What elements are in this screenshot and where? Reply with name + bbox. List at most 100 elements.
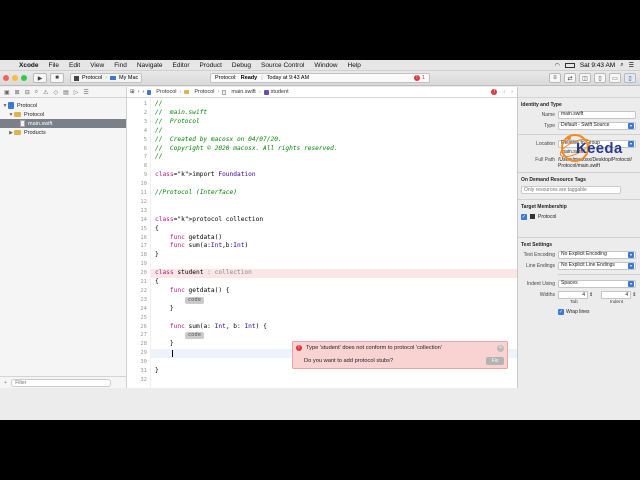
back-icon[interactable]: ‹ <box>138 89 140 95</box>
tab-width-field[interactable]: 4 <box>558 290 588 299</box>
code-line[interactable]: // <box>151 127 517 136</box>
odr-tags-field[interactable] <box>521 186 621 194</box>
code-line[interactable] <box>151 260 517 269</box>
code-line[interactable] <box>151 314 517 323</box>
menu-file[interactable]: File <box>44 62 64 69</box>
code-line[interactable] <box>151 198 517 207</box>
battery-icon[interactable] <box>564 62 575 68</box>
menu-app[interactable]: Xcode <box>14 62 44 69</box>
clock[interactable]: Sat 9:43 AM <box>580 62 615 69</box>
target-name: Protocol <box>538 213 557 220</box>
assistant-editor-button[interactable]: ◫ <box>579 73 591 83</box>
menu-product[interactable]: Product <box>194 62 226 69</box>
filter-input[interactable] <box>11 378 112 387</box>
menu-help[interactable]: Help <box>343 62 366 69</box>
scheme-selector[interactable]: Protocol › My Mac <box>70 73 143 83</box>
add-icon[interactable]: + <box>4 380 7 386</box>
menu-list-icon[interactable]: ☰ <box>629 62 634 69</box>
code-line[interactable]: // <box>151 153 517 162</box>
code-line[interactable]: class student : collection <box>151 269 517 278</box>
code-line[interactable]: code <box>151 331 517 340</box>
code-line[interactable]: func sum(a: Int, b: Int) { <box>151 323 517 332</box>
tree-item-project[interactable]: ▼ Protocol <box>0 101 126 110</box>
find-icon[interactable]: ⌕ <box>35 89 38 96</box>
target-checkbox[interactable]: ✓ <box>521 213 527 220</box>
line-endings-select[interactable]: No Explicit Line Endings ▾ <box>558 261 636 270</box>
nav-up-icon[interactable]: ‹ <box>503 89 505 95</box>
code-line[interactable]: //Protocol (Interface) <box>151 189 517 198</box>
indent-select[interactable]: Spaces ▾ <box>558 279 636 288</box>
fix-button[interactable]: Fix <box>486 357 504 365</box>
code-line[interactable]: { <box>151 278 517 287</box>
indent-stepper[interactable]: ⇕ <box>632 292 636 298</box>
code-line[interactable] <box>151 207 517 216</box>
toggle-debug-area-button[interactable]: ▭ <box>609 73 621 83</box>
symbol-icon[interactable]: ⊟ <box>25 89 30 96</box>
code-line[interactable]: // Copyright © 2020 macosx. All rights r… <box>151 145 517 154</box>
menu-view[interactable]: View <box>85 62 109 69</box>
code-line[interactable]: func getdata() <box>151 234 517 243</box>
code-line[interactable]: func sum(a:Int,b:Int) <box>151 242 517 251</box>
code-line[interactable]: code <box>151 296 517 305</box>
code-line[interactable]: // main.swift <box>151 109 517 118</box>
breadcrumb-symbol[interactable]: student <box>263 89 289 95</box>
code-line[interactable] <box>151 180 517 189</box>
code-line[interactable]: { <box>151 225 517 234</box>
code-review-button[interactable]: ⇄ <box>564 73 576 83</box>
menu-debug[interactable]: Debug <box>227 62 256 69</box>
type-select[interactable]: Default - Swift Source ▾ <box>558 121 636 130</box>
code-line[interactable] <box>151 162 517 171</box>
debug-icon[interactable]: ▤ <box>63 89 69 96</box>
code-placeholder[interactable]: code <box>184 332 205 340</box>
nav-down-icon[interactable]: › <box>511 89 513 95</box>
code-line[interactable]: class="k">import Foundation <box>151 171 517 180</box>
code-line[interactable]: func getdata() { <box>151 287 517 296</box>
related-items-icon[interactable]: ⊞ <box>130 89 135 95</box>
standard-editor-button[interactable]: ≡ <box>549 73 561 83</box>
breadcrumb-project[interactable]: Protocol <box>147 89 176 95</box>
menu-window[interactable]: Window <box>309 62 342 69</box>
code-line[interactable]: } <box>151 251 517 260</box>
breakpoint-icon[interactable]: ▷ <box>74 89 79 96</box>
folder-icon[interactable]: ▣ <box>4 89 10 96</box>
zoom-window-button[interactable] <box>21 75 27 81</box>
source-control-icon[interactable]: ⊠ <box>15 89 20 96</box>
error-icon[interactable]: ! <box>491 89 498 95</box>
test-icon[interactable]: ◇ <box>54 89 59 96</box>
menu-navigate[interactable]: Navigate <box>132 62 168 69</box>
breadcrumb-file[interactable]: main.swift <box>222 89 256 95</box>
menu-editor[interactable]: Editor <box>168 62 195 69</box>
indent-width-field[interactable]: 4 <box>601 290 632 299</box>
forward-icon[interactable]: › <box>142 89 144 95</box>
stop-button[interactable]: ■ <box>50 73 64 83</box>
run-button[interactable]: ▶ <box>33 73 47 83</box>
breadcrumb-group[interactable]: Protocol <box>184 89 215 95</box>
minimize-window-button[interactable] <box>12 75 18 81</box>
close-window-button[interactable] <box>3 75 9 81</box>
code-line[interactable]: class="k">protocol collection <box>151 216 517 225</box>
issue-icon[interactable]: ⚠ <box>43 89 48 96</box>
toggle-inspector-button[interactable]: ▯ <box>624 73 636 83</box>
code-line[interactable]: // Protocol <box>151 118 517 127</box>
menu-find[interactable]: Find <box>109 62 132 69</box>
tree-item-products[interactable]: ▶ Products <box>0 128 126 137</box>
encoding-select[interactable]: No Explicit Encoding ▾ <box>558 250 636 259</box>
tab-stepper[interactable]: ⇕ <box>589 292 593 298</box>
menu-edit[interactable]: Edit <box>64 62 85 69</box>
search-icon[interactable]: ⌕ <box>620 62 623 69</box>
code-placeholder[interactable]: code <box>184 296 205 304</box>
code-line[interactable]: } <box>151 305 517 314</box>
toggle-navigator-button[interactable]: ▯ <box>594 73 606 83</box>
wrap-checkbox[interactable]: ✓ <box>558 308 564 315</box>
name-field[interactable]: main.swift <box>558 110 636 119</box>
tree-item-group[interactable]: ▼ Protocol <box>0 110 126 119</box>
error-indicator[interactable]: ! 1 <box>413 75 425 81</box>
tree-item-main-swift[interactable]: main.swift <box>0 119 126 128</box>
code-line[interactable]: // <box>151 100 517 109</box>
report-icon[interactable]: ☰ <box>83 89 88 96</box>
code-line[interactable]: // Created by macosx on 04/07/20. <box>151 136 517 145</box>
wifi-icon[interactable]: ◠ <box>555 62 560 69</box>
close-icon[interactable]: × <box>497 345 504 352</box>
code-line[interactable] <box>151 376 517 385</box>
menu-source-control[interactable]: Source Control <box>256 62 309 69</box>
